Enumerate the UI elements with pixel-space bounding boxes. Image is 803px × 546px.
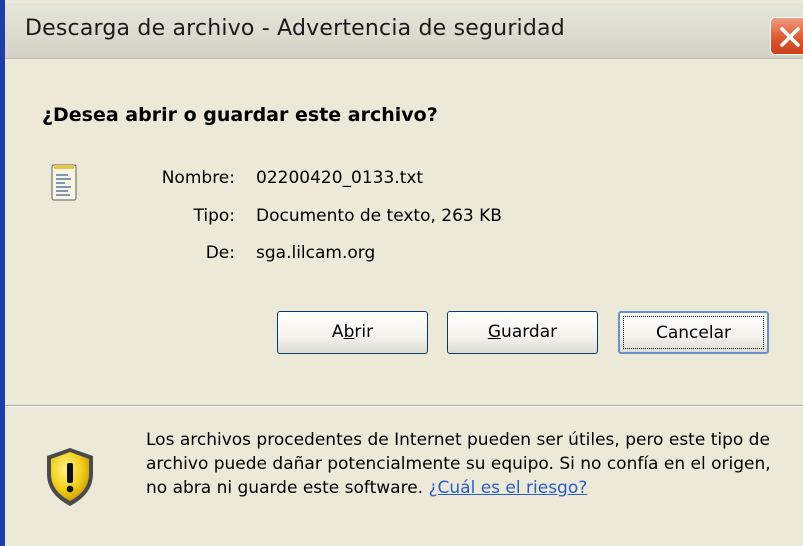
file-name: 02200420_0133.txt: [256, 168, 424, 188]
dialog-question: ¿Desea abrir o guardar este archivo?: [42, 104, 438, 126]
security-warning-message: Los archivos procedentes de Internet pue…: [146, 428, 786, 500]
separator: [5, 405, 803, 407]
file-download-dialog: Descarga de archivo - Advertencia de seg…: [0, 0, 803, 546]
title-bar[interactable]: Descarga de archivo - Advertencia de seg…: [5, 3, 803, 59]
window-title: Descarga de archivo - Advertencia de seg…: [25, 16, 565, 41]
cancel-button[interactable]: Cancelar: [618, 311, 769, 354]
save-label-end: uardar: [501, 322, 558, 342]
security-shield-warning-icon: [47, 448, 93, 506]
open-label-end: rir: [354, 322, 374, 342]
from-label: De:: [205, 243, 235, 263]
name-label: Nombre:: [161, 168, 235, 188]
file-source: sga.lilcam.org: [256, 243, 376, 263]
focus-rectangle: [623, 316, 764, 349]
save-label-accelerator: G: [487, 322, 502, 342]
open-label-accelerator: b: [343, 322, 355, 342]
open-button[interactable]: Abrir: [277, 311, 428, 354]
file-type: Documento de texto, 263 KB: [256, 206, 502, 226]
window-left-border: [0, 0, 5, 546]
close-button[interactable]: [770, 17, 803, 55]
risk-link[interactable]: ¿Cuál es el riesgo?: [429, 478, 588, 498]
open-label-start: A: [331, 322, 344, 342]
save-button[interactable]: Guardar: [447, 311, 598, 354]
close-x-icon: [780, 27, 800, 47]
type-label: Tipo:: [193, 206, 235, 226]
